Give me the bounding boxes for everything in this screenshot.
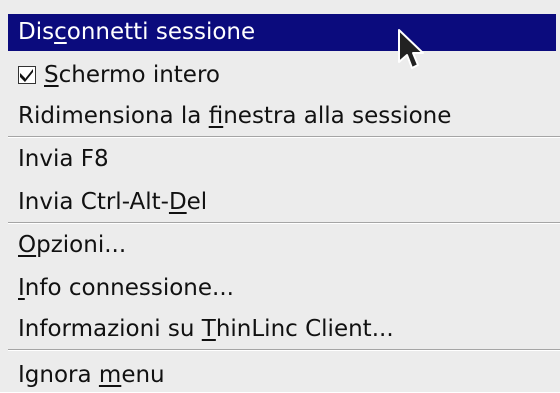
context-menu: Disconnetti sessione Schermo intero Ridi… [0, 0, 560, 392]
accelerator-key: O [18, 232, 37, 258]
menu-item-label-rest: nfo connessione... [24, 275, 234, 301]
menu-item-send-f8[interactable]: Invia F8 [8, 141, 556, 177]
menu-separator [8, 349, 560, 351]
menu-item-label-rest: onnetti sessione [66, 19, 256, 45]
menu-item-label-rest: hinLinc Client... [215, 316, 394, 342]
menu-item-about-thinlinc[interactable]: Informazioni su ThinLinc Client... [8, 311, 556, 347]
menu-item-label: Dis [18, 19, 55, 45]
menu-item-label: Ridimensiona la [18, 103, 209, 129]
checkbox[interactable] [18, 66, 36, 84]
accelerator-key: I [18, 275, 25, 301]
menu-item-send-ctrl-alt-del[interactable]: Invia Ctrl-Alt-Del [8, 184, 556, 220]
menu-separator [8, 222, 560, 224]
menu-item-label-rest: inestra alla sessione [223, 103, 452, 129]
menu-item-label-rest: enu [121, 362, 165, 388]
menu-item-label: Informazioni su [18, 316, 202, 342]
mouse-pointer-icon [398, 29, 424, 69]
menu-item-options[interactable]: Opzioni... [8, 227, 556, 263]
menu-item-label-rest: chermo intero [58, 62, 220, 88]
menu-separator [8, 136, 560, 138]
menu-item-label: Ignora [18, 362, 99, 388]
menu-item-label-rest: pzioni... [36, 232, 127, 258]
accelerator-key: m [98, 362, 122, 388]
menu-item-label: Invia F8 [18, 146, 109, 172]
menu-item-label: Invia Ctrl-Alt- [18, 189, 169, 215]
accelerator-key: D [168, 189, 187, 215]
menu-item-disconnect-session[interactable]: Disconnetti sessione [8, 14, 556, 51]
menu-item-connection-info[interactable]: Info connessione... [8, 270, 556, 306]
menu-item-fullscreen[interactable]: Schermo intero [8, 57, 556, 93]
check-icon [20, 69, 33, 82]
menu-item-dismiss-menu[interactable]: Ignora menu [8, 357, 556, 393]
accelerator-key: c [54, 19, 67, 45]
accelerator-key: T [201, 316, 216, 342]
menu-item-resize-window[interactable]: Ridimensiona la finestra alla sessione [8, 98, 556, 134]
accelerator-key: f [208, 103, 224, 129]
accelerator-key: S [44, 62, 59, 88]
menu-item-label-rest: el [186, 189, 208, 215]
